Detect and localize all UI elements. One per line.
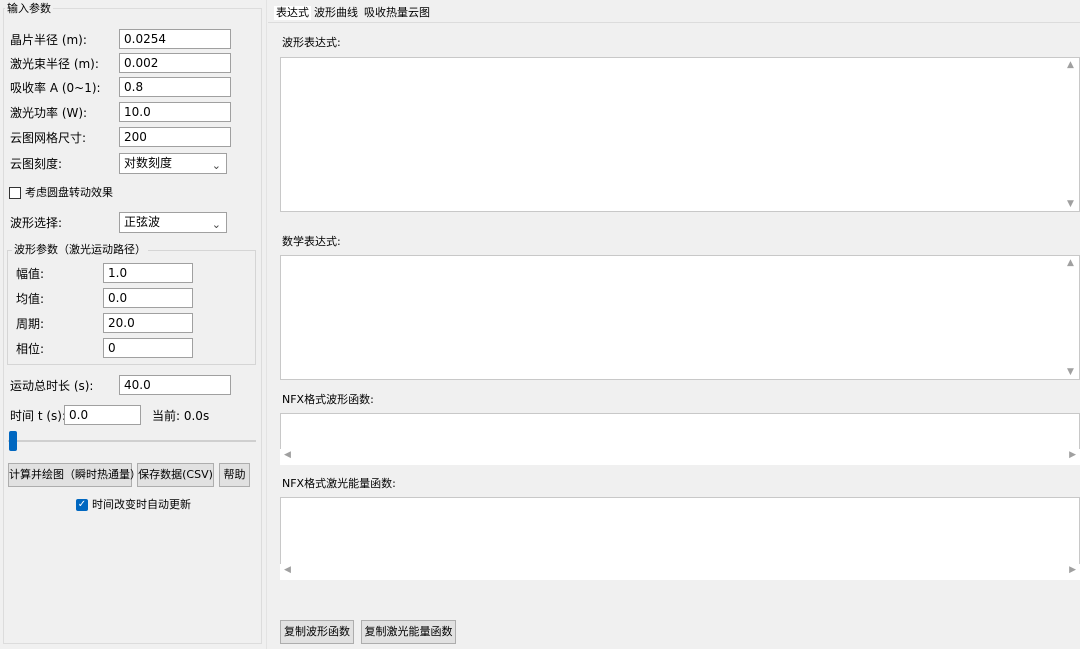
rotation-checkbox-label: 考虑圆盘转动效果: [25, 186, 113, 199]
auto-update-checkbox[interactable]: ✓: [76, 499, 88, 511]
scale-label: 云图刻度:: [10, 157, 63, 171]
checkmark-icon: ✓: [77, 499, 87, 510]
scroll-down-icon[interactable]: ▼: [1067, 199, 1074, 209]
math-expr-scrollbar[interactable]: ▲ ▼: [1065, 256, 1079, 379]
scale-select-value: 对数刻度: [124, 156, 173, 170]
duration-input[interactable]: 40.0: [119, 375, 231, 395]
beam-radius-label: 激光束半径 (m):: [10, 57, 99, 71]
beam-radius-input[interactable]: 0.002: [119, 53, 231, 73]
time-input[interactable]: 0.0: [64, 405, 141, 425]
wave-expr-scrollbar[interactable]: ▲ ▼: [1065, 58, 1079, 211]
scale-select[interactable]: 对数刻度 ⌄: [119, 153, 227, 174]
tab-heat-map[interactable]: 吸收热量云图: [364, 6, 430, 20]
grid-size-input[interactable]: 200: [119, 127, 231, 147]
phase-label: 相位:: [16, 342, 45, 356]
time-label: 时间 t (s):: [10, 409, 66, 423]
tab-wave-curve[interactable]: 波形曲线: [314, 6, 358, 20]
wave-select[interactable]: 正弦波 ⌄: [119, 212, 227, 233]
absorptivity-label: 吸收率 A (0~1):: [10, 81, 101, 95]
scroll-left-icon[interactable]: ◀: [284, 450, 291, 460]
rotation-checkbox[interactable]: [9, 187, 21, 199]
input-params-panel: 输入参数 晶片半径 (m): 0.0254 激光束半径 (m): 0.002 吸…: [0, 0, 266, 649]
tab-content-border: [268, 22, 1080, 23]
help-button[interactable]: 帮助: [219, 463, 250, 487]
wafer-radius-input[interactable]: 0.0254: [119, 29, 231, 49]
wave-expr-label: 波形表达式:: [282, 36, 341, 49]
panel-divider: [266, 0, 267, 649]
wave-expr-textarea[interactable]: ▲ ▼: [280, 57, 1080, 212]
scroll-up-icon[interactable]: ▲: [1067, 258, 1074, 268]
nfx-energy-hscrollbar[interactable]: ◀ ▶: [280, 564, 1080, 580]
chevron-down-icon: ⌄: [211, 218, 221, 231]
copy-energy-button[interactable]: 复制激光能量函数: [361, 620, 456, 644]
math-expr-label: 数学表达式:: [282, 235, 341, 248]
wave-select-value: 正弦波: [124, 215, 161, 229]
chevron-down-icon: ⌄: [211, 159, 221, 172]
compute-plot-button[interactable]: 计算并绘图（瞬时热通量）: [8, 463, 141, 487]
amplitude-input[interactable]: 1.0: [103, 263, 193, 283]
nfx-wave-hscrollbar[interactable]: ◀ ▶: [280, 449, 1080, 465]
current-time-label: 当前: 0.0s: [152, 409, 210, 423]
right-panel: 表达式 波形曲线 吸收热量云图 波形表达式: ▲ ▼ 数学表达式: ▲ ▼ NF…: [268, 0, 1080, 649]
group-title: 输入参数: [5, 1, 53, 17]
duration-label: 运动总时长 (s):: [10, 379, 94, 393]
period-input[interactable]: 20.0: [103, 313, 193, 333]
wafer-radius-label: 晶片半径 (m):: [10, 33, 87, 47]
nfx-wave-textarea[interactable]: [280, 413, 1080, 450]
phase-input[interactable]: 0: [103, 338, 193, 358]
nfx-energy-label: NFX格式激光能量函数:: [282, 477, 396, 490]
wave-select-label: 波形选择:: [10, 216, 63, 230]
laser-power-input[interactable]: 10.0: [119, 102, 231, 122]
absorptivity-input[interactable]: 0.8: [119, 77, 231, 97]
auto-update-label: 时间改变时自动更新: [92, 498, 191, 511]
nfx-wave-label: NFX格式波形函数:: [282, 393, 374, 406]
copy-wave-button[interactable]: 复制波形函数: [280, 620, 354, 644]
scroll-down-icon[interactable]: ▼: [1067, 367, 1074, 377]
grid-size-label: 云图网格尺寸:: [10, 131, 87, 145]
laser-power-label: 激光功率 (W):: [10, 106, 88, 120]
time-slider[interactable]: [8, 430, 256, 452]
period-label: 周期:: [16, 317, 45, 331]
scroll-right-icon[interactable]: ▶: [1069, 450, 1076, 460]
mean-input[interactable]: 0.0: [103, 288, 193, 308]
time-slider-track: [8, 440, 256, 442]
math-expr-textarea[interactable]: ▲ ▼: [280, 255, 1080, 380]
tab-bar: 表达式 波形曲线 吸收热量云图: [268, 0, 1080, 22]
time-slider-handle[interactable]: [9, 431, 17, 451]
mean-label: 均值:: [16, 292, 45, 306]
scroll-left-icon[interactable]: ◀: [284, 565, 291, 575]
save-csv-button[interactable]: 保存数据(CSV): [137, 463, 214, 487]
scroll-right-icon[interactable]: ▶: [1069, 565, 1076, 575]
nfx-energy-textarea[interactable]: [280, 497, 1080, 565]
amplitude-label: 幅值:: [16, 267, 45, 281]
tab-expression[interactable]: 表达式: [274, 6, 311, 20]
wave-params-title: 波形参数（激光运动路径）: [12, 242, 148, 258]
scroll-up-icon[interactable]: ▲: [1067, 60, 1074, 70]
